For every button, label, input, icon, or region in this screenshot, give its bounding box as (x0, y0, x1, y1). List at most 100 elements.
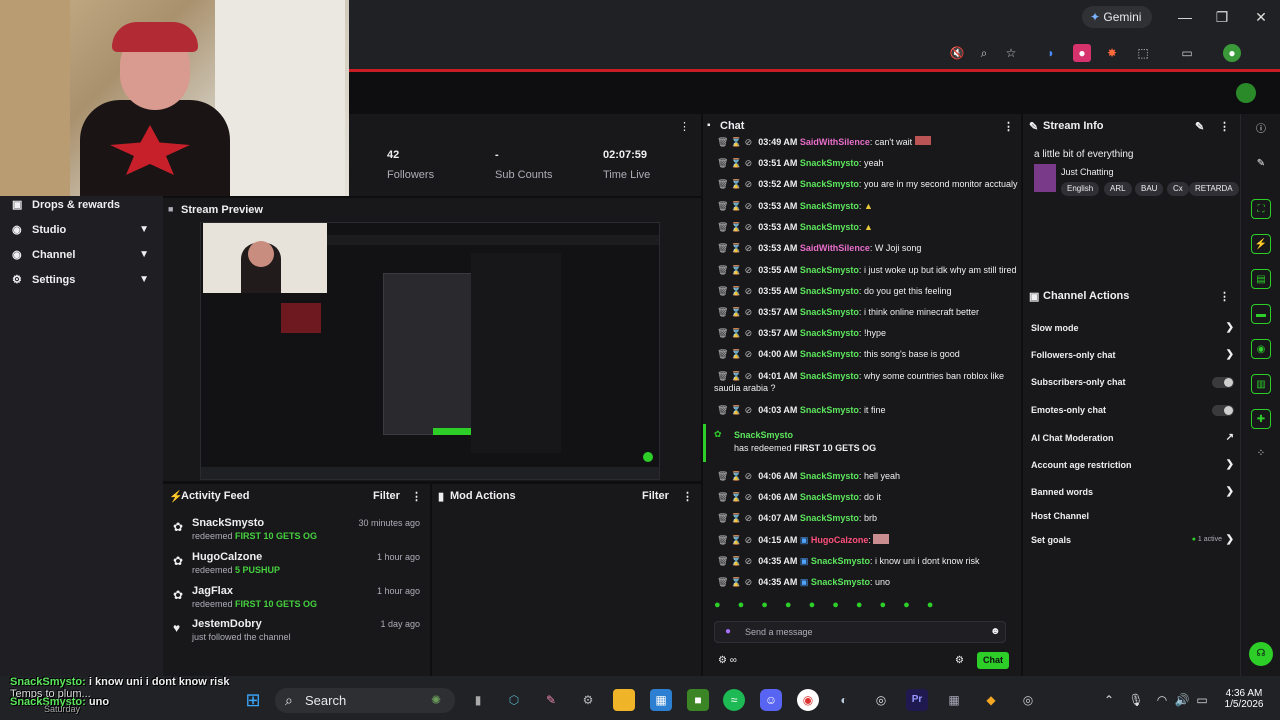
sidebar-item-settings[interactable]: ⚙ Settings ▼ (0, 268, 163, 292)
stack-icon[interactable]: ▤ (1251, 269, 1271, 289)
ai-moderation-item[interactable]: AI Chat Moderation ↗ (1031, 429, 1236, 447)
chrome-icon[interactable]: ◉ (797, 689, 819, 711)
spotify-icon[interactable]: ≈ (723, 689, 745, 711)
bitwarden-icon[interactable]: ◗ (1042, 44, 1060, 62)
extensions-puzzle-icon[interactable]: ⬚ (1134, 44, 1152, 62)
zoom-icon[interactable]: ⌕ (975, 44, 993, 62)
premiere-icon[interactable]: Pr (906, 689, 928, 711)
gemini-button[interactable]: ✦ Gemini (1082, 6, 1152, 28)
shield-extension-icon[interactable]: ● (1073, 44, 1091, 62)
chat-message[interactable]: 🗑 ⌛ ⊘ 03:55 AM SnackSmysto: i just woke u… (717, 264, 1017, 277)
chat-message[interactable]: 🗑 ⌛ ⊘ 04:35 AM ▣ SnackSmysto: uno (717, 576, 1017, 589)
expand-icon[interactable]: ■ (168, 204, 173, 214)
app-icon[interactable]: ◎ (870, 689, 892, 711)
subscribers-only-item[interactable]: Subscribers-only chat (1031, 373, 1236, 391)
chat-message[interactable]: 🗑 ⌛ ⊘ 03:49 AM SaidWithSilence: can't wai… (717, 136, 1017, 149)
fox-extension-icon[interactable]: ✸ (1103, 44, 1121, 62)
app-icon[interactable]: ▦ (943, 689, 965, 711)
tag-bau[interactable]: BAU (1135, 182, 1164, 196)
chat-message[interactable]: 🗑 ⌛ ⊘ 04:06 AM SnackSmysto: do it (717, 491, 1017, 504)
chat-message[interactable]: 🗑 ⌛ ⊘ 04:07 AM SnackSmysto: brb (717, 512, 1017, 525)
chat-input[interactable]: ● Send a message ☻ (714, 621, 1006, 643)
microphone-icon[interactable]: 🎙 (1125, 689, 1147, 711)
chat-message[interactable]: 🗑 ⌛ ⊘ 03:53 AM SnackSmysto: ▲ (717, 200, 1017, 213)
steam-icon[interactable]: ◐ (833, 689, 855, 711)
chat-message[interactable]: 🗑 ⌛ ⊘ 04:35 AM ▣ SnackSmysto: i know uni … (717, 555, 1017, 568)
feed-user[interactable]: HugoCalzone (192, 551, 262, 563)
emotes-only-item[interactable]: Emotes-only chat (1031, 401, 1236, 419)
wifi-icon[interactable]: ◠ (1151, 689, 1173, 711)
more-options-icon[interactable]: ⋮ (1219, 290, 1230, 303)
sidebar-item-studio[interactable]: ◉ Studio ▼ (0, 218, 163, 242)
chat-message[interactable]: 🗑 ⌛ ⊘ 03:55 AM SnackSmysto: do you get th… (717, 285, 1017, 298)
user-avatar[interactable] (1236, 83, 1256, 103)
app-icon[interactable]: ◆ (980, 689, 1002, 711)
edit-icon[interactable]: ✎ (1195, 120, 1204, 133)
feed-user[interactable]: SnackSmysto (192, 517, 264, 529)
chat-message[interactable]: 🗑 ⌛ ⊘ 04:00 AM SnackSmysto: this song's b… (717, 348, 1017, 361)
bolt-icon[interactable]: ⚡ (1251, 234, 1271, 254)
wrench-icon[interactable]: ✚ (1251, 409, 1271, 429)
minimize-icon[interactable]: — (1170, 6, 1200, 28)
chat-message[interactable]: 🗑 ⌛ ⊘ 04:06 AM SnackSmysto: hell yeah (717, 470, 1017, 483)
info-icon[interactable]: ⓘ (1251, 120, 1271, 140)
more-options-icon[interactable]: ⋮ (682, 490, 693, 503)
redemption-user[interactable]: SnackSmysto (734, 429, 1034, 442)
chat-message[interactable]: 🗑 ⌛ ⊘ 04:03 AM SnackSmysto: it fine (717, 404, 1017, 417)
minecraft-icon[interactable]: ■ (687, 689, 709, 711)
more-options-icon[interactable]: ⋮ (411, 490, 422, 503)
windows-start-icon[interactable]: ⊞ (242, 689, 264, 711)
mod-filter-button[interactable]: Filter (642, 490, 669, 502)
account-age-item[interactable]: Account age restriction ❯ (1031, 456, 1236, 474)
followers-only-item[interactable]: Followers-only chat ❯ (1031, 346, 1236, 364)
tag-retarda[interactable]: RETARDA (1189, 182, 1239, 196)
chat-message[interactable]: 🗑 ⌛ ⊘ 03:53 AM SnackSmysto: ▲ (717, 221, 1017, 234)
app-icon[interactable]: ✎ (540, 689, 562, 711)
clock[interactable]: 4:36 AM 1/5/2026 (1218, 688, 1270, 710)
layers-icon[interactable]: ▥ (1251, 374, 1271, 394)
stream-preview-video[interactable] (200, 222, 660, 480)
pencil-icon[interactable]: ✎ (1251, 154, 1271, 174)
set-goals-item[interactable]: Set goals ● 1 active ❯ (1031, 531, 1236, 549)
gear-icon[interactable]: ⚙ (955, 655, 964, 666)
profile-avatar-icon[interactable]: ● (1223, 44, 1241, 62)
obs-icon[interactable]: ◎ (1017, 689, 1039, 711)
tray-chevron-icon[interactable]: ⌃ (1098, 689, 1120, 711)
channel-points-icon[interactable]: ● (725, 626, 731, 637)
app-icon[interactable]: ▦ (650, 689, 672, 711)
chat-settings-icon[interactable]: ⚙ ∞ (718, 655, 737, 666)
volume-icon[interactable]: 🔊 (1171, 689, 1193, 711)
activity-filter-button[interactable]: Filter (373, 490, 400, 502)
more-options-icon[interactable]: ⋮ (679, 120, 690, 133)
file-explorer-icon[interactable] (613, 689, 635, 711)
chat-message[interactable]: 🗑 ⌛ ⊘ 03:57 AM SnackSmysto: i think onlin… (717, 306, 1017, 319)
bookmark-star-icon[interactable]: ☆ (1002, 44, 1020, 62)
tag-cx[interactable]: Cx (1167, 182, 1189, 196)
feed-user[interactable]: JestemDobry (192, 618, 262, 630)
feed-user[interactable]: JagFlax (192, 585, 233, 597)
sidepanel-icon[interactable]: ▭ (1178, 44, 1196, 62)
chat-message[interactable]: 🗑 ⌛ ⊘ 03:57 AM SnackSmysto: !hype (717, 327, 1017, 340)
chat-message[interactable]: 🗑 ⌛ ⊘ 03:53 AM SaidWithSilence: W Joji so… (717, 242, 1017, 255)
emote-bar[interactable]: ●●●●●●●●●● (714, 599, 1008, 615)
taskview-icon[interactable]: ▮ (467, 689, 489, 711)
headset-icon[interactable]: ☊ (1249, 642, 1273, 666)
category-name[interactable]: Just Chatting (1061, 167, 1114, 177)
sidebar-item-channel[interactable]: ◉ Channel ▼ (0, 243, 163, 267)
tag-english[interactable]: English (1061, 182, 1100, 196)
more-actions-icon[interactable]: ⁘ (1251, 444, 1271, 464)
close-icon[interactable]: ✕ (1246, 6, 1276, 28)
more-options-icon[interactable]: ⋮ (1003, 120, 1014, 133)
app-icon[interactable]: ⬡ (503, 689, 525, 711)
sidebar-item-drops[interactable]: ▣ Drops & rewards (0, 193, 163, 217)
emote-picker-icon[interactable]: ☻ (990, 626, 1001, 637)
mute-icon[interactable]: 🔇 (948, 44, 966, 62)
host-channel-item[interactable]: Host Channel (1031, 507, 1236, 525)
battery-icon[interactable]: ▭ (1191, 689, 1213, 711)
chat-send-button[interactable]: Chat (977, 652, 1009, 669)
discord-icon[interactable]: ☺ (760, 689, 782, 711)
broadcast-icon[interactable]: ◉ (1251, 339, 1271, 359)
chat-icon[interactable]: ▬ (1251, 304, 1271, 324)
chat-message[interactable]: 🗑 ⌛ ⊘ 04:15 AM ▣ HugoCalzone: (717, 534, 1017, 547)
banned-words-item[interactable]: Banned words ❯ (1031, 483, 1236, 501)
